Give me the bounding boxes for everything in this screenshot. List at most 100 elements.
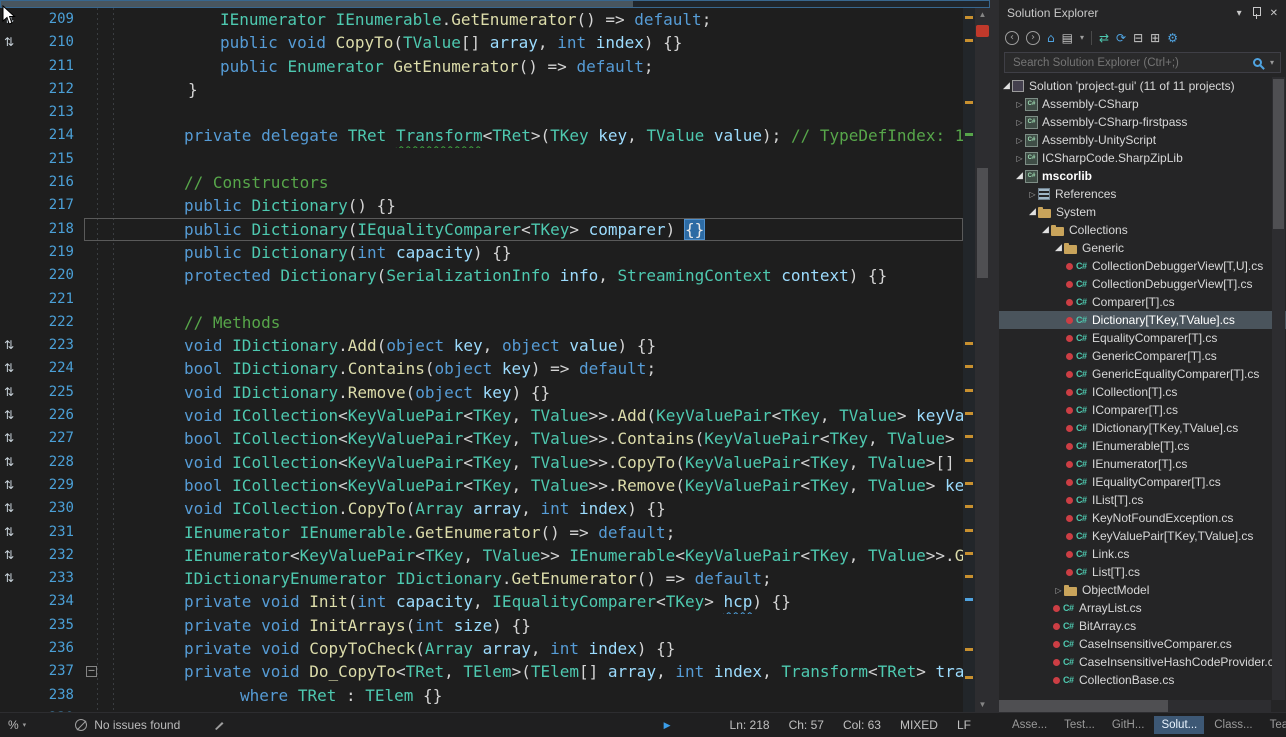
line-number[interactable]: 239 xyxy=(30,707,84,712)
code-line[interactable]: 222// Methods xyxy=(0,311,963,334)
code-line[interactable]: 234private void Init(int capacity, IEqua… xyxy=(0,590,963,613)
code-line-body[interactable]: public Enumerator GetEnumerator() => def… xyxy=(84,55,963,78)
line-number[interactable]: 220 xyxy=(30,264,84,287)
line-number[interactable]: 236 xyxy=(30,637,84,660)
code-line[interactable]: 211public Enumerator GetEnumerator() => … xyxy=(0,55,963,78)
code-line-body[interactable]: public Dictionary() {} xyxy=(84,194,963,217)
horizontal-scrollbar[interactable] xyxy=(0,0,990,8)
code-line-body[interactable] xyxy=(84,148,963,171)
code-line[interactable]: ⇅227bool ICollection<KeyValuePair<TKey, … xyxy=(0,427,963,450)
solution-tree[interactable]: ◢Solution 'project-gui' (11 of 11 projec… xyxy=(999,75,1286,700)
line-number[interactable]: 210 xyxy=(30,31,84,54)
code-line-body[interactable]: // Constructors xyxy=(84,171,963,194)
tree-item[interactable]: ▷C#Assembly-CSharp xyxy=(999,95,1286,113)
code-line[interactable]: 214private delegate TRet Transform<TRet>… xyxy=(0,124,963,147)
search-icon[interactable] xyxy=(1253,58,1262,67)
home-icon[interactable]: ⌂ xyxy=(1047,31,1055,45)
tool-window-tab[interactable]: GitH... xyxy=(1105,716,1152,734)
search-caret-icon[interactable]: ▾ xyxy=(1270,58,1274,67)
tree-vertical-scrollbar[interactable] xyxy=(1272,77,1285,700)
code-line-body[interactable]: bool IDictionary.Contains(object key) =>… xyxy=(84,357,963,380)
override-indicator-icon[interactable]: ⇅ xyxy=(0,404,30,427)
tool-window-tab[interactable]: Asse... xyxy=(1005,716,1054,734)
override-indicator-icon[interactable]: ⇅ xyxy=(0,451,30,474)
search-box[interactable]: ▾ xyxy=(1004,52,1281,73)
line-number[interactable]: 214 xyxy=(30,124,84,147)
line-number[interactable]: 224 xyxy=(30,357,84,380)
code-line-body[interactable]: IEnumerator<KeyValuePair<TKey, TValue>> … xyxy=(84,544,963,567)
code-line[interactable]: 212} xyxy=(0,78,963,101)
expand-arrow-icon[interactable]: ◢ xyxy=(1040,225,1051,235)
line-number[interactable]: 213 xyxy=(30,101,84,124)
line-number[interactable]: 226 xyxy=(30,404,84,427)
tree-item[interactable]: ▷C#ICSharpCode.SharpZipLib xyxy=(999,149,1286,167)
tree-item[interactable]: ◢Solution 'project-gui' (11 of 11 projec… xyxy=(999,77,1286,95)
tree-item[interactable]: ◢C#mscorlib xyxy=(999,167,1286,185)
override-indicator-icon[interactable]: ⇅ xyxy=(0,707,30,712)
line-number[interactable]: 234 xyxy=(30,590,84,613)
code-line[interactable]: ⇅210public void CopyTo(TValue[] array, i… xyxy=(0,31,963,54)
pin-icon[interactable] xyxy=(1251,7,1261,19)
code-line-body[interactable]: public Dictionary(IEqualityComparer<TKey… xyxy=(84,218,963,241)
code-line[interactable]: ⇅233IDictionaryEnumerator IDictionary.Ge… xyxy=(0,567,963,590)
tree-item[interactable]: C#CollectionDebuggerView[T].cs xyxy=(999,275,1286,293)
tree-item[interactable]: ◢System xyxy=(999,203,1286,221)
line-number[interactable]: 218 xyxy=(30,218,84,241)
tree-item[interactable]: C#IEqualityComparer[T].cs xyxy=(999,473,1286,491)
code-line-body[interactable]: where TRet : TElem {} xyxy=(84,684,963,707)
code-line[interactable]: 218public Dictionary(IEqualityComparer<T… xyxy=(0,218,963,241)
code-line-body[interactable]: // Methods xyxy=(84,311,963,334)
tree-item[interactable]: C#List[T].cs xyxy=(999,563,1286,581)
tree-item[interactable]: C#Link.cs xyxy=(999,545,1286,563)
line-number[interactable]: 209 xyxy=(30,8,84,31)
zoom-control[interactable]: % ▾ xyxy=(8,718,26,732)
line-number[interactable]: 216 xyxy=(30,171,84,194)
play-icon[interactable]: ▶ xyxy=(664,720,671,731)
refresh-icon[interactable]: ⟳ xyxy=(1116,31,1126,45)
tree-item[interactable]: C#CollectionDebuggerView[T,U].cs xyxy=(999,257,1286,275)
tree-item[interactable]: C#Dictionary[TKey,TValue].cs xyxy=(999,311,1286,329)
tree-item[interactable]: ◢Collections xyxy=(999,221,1286,239)
line-number[interactable]: 233 xyxy=(30,567,84,590)
code-line[interactable]: 213 xyxy=(0,101,963,124)
code-line[interactable]: ⇅209IEnumerator IEnumerable.GetEnumerato… xyxy=(0,8,963,31)
expand-arrow-icon[interactable]: ◢ xyxy=(1053,243,1064,253)
override-indicator-icon[interactable]: ⇅ xyxy=(0,544,30,567)
collapse-arrow-icon[interactable]: ▷ xyxy=(1053,586,1064,595)
line-number[interactable]: 222 xyxy=(30,311,84,334)
tree-horizontal-scrollbar-thumb[interactable] xyxy=(999,700,1168,712)
collapse-arrow-icon[interactable]: ▷ xyxy=(1014,100,1025,109)
code-line[interactable]: ⇅230void ICollection.CopyTo(Array array,… xyxy=(0,497,963,520)
tree-item[interactable]: C#KeyValuePair[TKey,TValue].cs xyxy=(999,527,1286,545)
code-line[interactable]: 221 xyxy=(0,288,963,311)
line-number[interactable]: 227 xyxy=(30,427,84,450)
vertical-scrollbar-thumb[interactable] xyxy=(977,168,988,278)
override-indicator-icon[interactable]: ⇅ xyxy=(0,381,30,404)
code-line[interactable]: ⇅229bool ICollection<KeyValuePair<TKey, … xyxy=(0,474,963,497)
code-line[interactable]: ⇅232IEnumerator<KeyValuePair<TKey, TValu… xyxy=(0,544,963,567)
fold-collapse-icon[interactable]: – xyxy=(86,666,97,677)
override-indicator-icon[interactable]: ⇅ xyxy=(0,334,30,357)
line-number[interactable]: 211 xyxy=(30,55,84,78)
override-indicator-icon[interactable]: ⇅ xyxy=(0,357,30,380)
tool-window-tab[interactable]: Solut... xyxy=(1154,716,1204,734)
tree-item[interactable]: C#CollectionBase.cs xyxy=(999,671,1286,689)
tree-item[interactable]: C#GenericEqualityComparer[T].cs xyxy=(999,365,1286,383)
code-line-body[interactable]: void ICollection<KeyValuePair<TKey, TVal… xyxy=(84,404,963,427)
collapse-arrow-icon[interactable]: ▷ xyxy=(1014,154,1025,163)
code-line[interactable]: ⇅228void ICollection<KeyValuePair<TKey, … xyxy=(0,451,963,474)
override-indicator-icon[interactable]: ⇅ xyxy=(0,497,30,520)
code-line-body[interactable]: IEnumerator IEnumerable.GetEnumerator() … xyxy=(84,521,963,544)
tree-horizontal-scrollbar[interactable] xyxy=(999,700,1271,712)
code-line[interactable]: 220protected Dictionary(SerializationInf… xyxy=(0,264,963,287)
expand-arrow-icon[interactable]: ◢ xyxy=(1014,171,1025,181)
code-line[interactable]: ⇅223void IDictionary.Add(object key, obj… xyxy=(0,334,963,357)
scrollbar-down-icon[interactable]: ▼ xyxy=(975,698,990,712)
line-number[interactable]: 237 xyxy=(30,660,84,683)
line-number[interactable]: 215 xyxy=(30,148,84,171)
code-line[interactable]: 219public Dictionary(int capacity) {} xyxy=(0,241,963,264)
override-indicator-icon[interactable]: ⇅ xyxy=(0,521,30,544)
panel-splitter[interactable] xyxy=(990,0,999,712)
collapse-arrow-icon[interactable]: ▷ xyxy=(1014,118,1025,127)
tree-item[interactable]: C#ICollection[T].cs xyxy=(999,383,1286,401)
